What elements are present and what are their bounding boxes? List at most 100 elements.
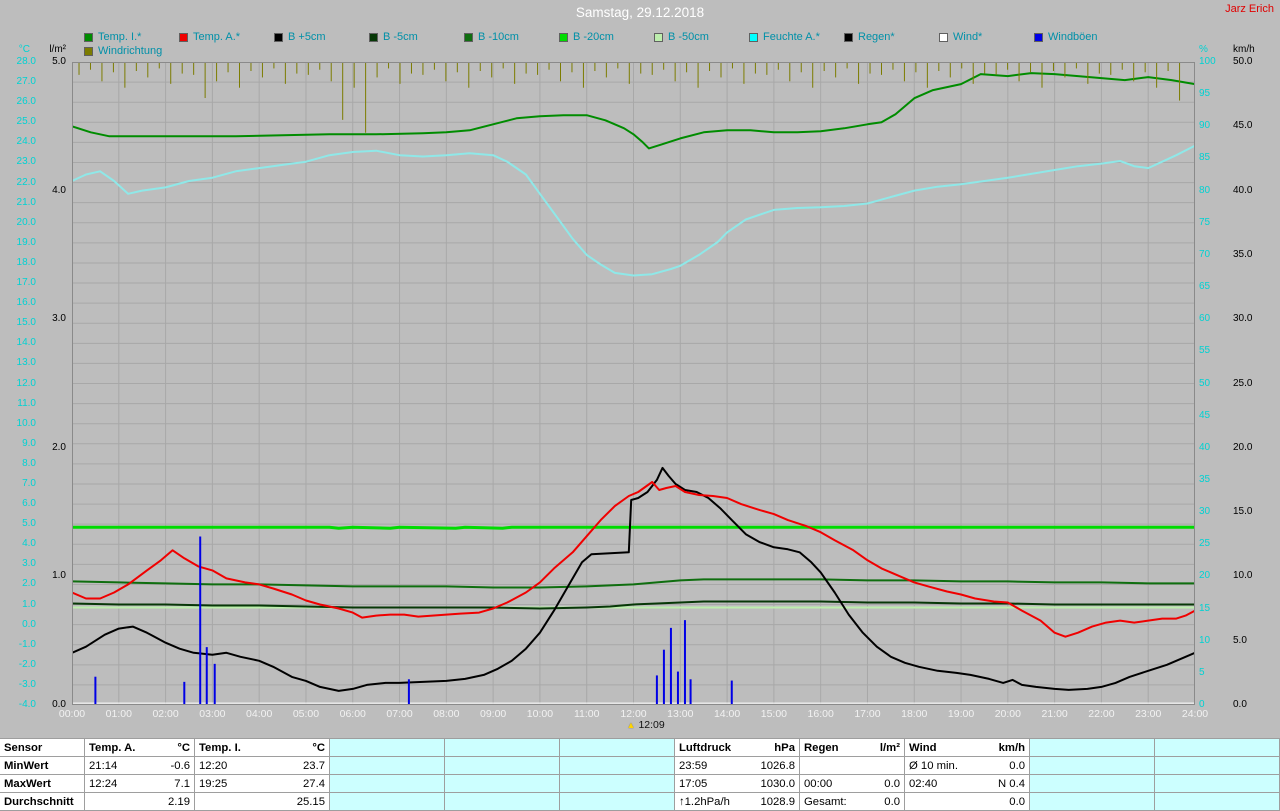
y-tick-humidity: 15 bbox=[1199, 603, 1210, 615]
stats-cell bbox=[445, 739, 560, 757]
legend-item-b_minus50: B -50cm bbox=[654, 31, 749, 43]
current-time-marker: ▲ 12:09 bbox=[627, 719, 665, 731]
stats-cell: 19:2527.4 bbox=[195, 775, 330, 793]
b_minus10-swatch-icon bbox=[464, 33, 473, 42]
y-tick-rain: 3.0 bbox=[40, 313, 66, 325]
y-tick-humidity: 5 bbox=[1199, 667, 1205, 679]
y-tick-temp: 27.0 bbox=[0, 76, 36, 88]
feuchte-swatch-icon bbox=[749, 33, 758, 42]
y-tick-temp: 21.0 bbox=[0, 197, 36, 209]
y-tick-temp: 19.0 bbox=[0, 237, 36, 249]
stats-cell: 17:051030.0 bbox=[675, 775, 800, 793]
stats-cell-value: -0.6 bbox=[171, 760, 190, 772]
stats-cell: 0.0 bbox=[905, 793, 1030, 811]
stats-cell-value: hPa bbox=[774, 742, 795, 754]
y-tick-humidity: 70 bbox=[1199, 249, 1210, 261]
y-tick-temp: 12.0 bbox=[0, 378, 36, 390]
stats-cell bbox=[560, 775, 675, 793]
y-tick-temp: 28.0 bbox=[0, 56, 36, 68]
b_plus5-swatch-icon bbox=[274, 33, 283, 42]
x-tick-time: 21:00 bbox=[1031, 708, 1079, 720]
stats-cell: MinWert bbox=[0, 757, 85, 775]
legend-item-windboeen: Windböen bbox=[1034, 31, 1129, 43]
y-unit-temp: °C bbox=[0, 44, 30, 56]
stats-cell-label: Durchschnitt bbox=[4, 796, 74, 808]
stats-cell-label: Regen bbox=[804, 742, 839, 754]
y-tick-temp: 13.0 bbox=[0, 357, 36, 369]
y-tick-wind: 25.0 bbox=[1233, 378, 1252, 390]
stats-cell: Wind km/h bbox=[905, 739, 1030, 757]
stats-cell: 12:2023.7 bbox=[195, 757, 330, 775]
stats-cell-label: 12:24 bbox=[89, 778, 117, 790]
legend-item-temp_i: Temp. I.* bbox=[84, 31, 179, 43]
stats-cell-value: 0.0 bbox=[884, 778, 900, 790]
temp_i-swatch-icon bbox=[84, 33, 93, 42]
stats-cell-label: Luftdruck bbox=[679, 742, 731, 754]
y-tick-temp: 26.0 bbox=[0, 96, 36, 108]
windrichtung-swatch-icon bbox=[84, 47, 93, 56]
stats-cell-label: Temp. A. bbox=[89, 742, 135, 754]
y-tick-wind: 20.0 bbox=[1233, 442, 1252, 454]
legend-label: Wind* bbox=[953, 31, 982, 43]
stats-table: SensorTemp. A.°CTemp. I.°CLuftdruckhPaRe… bbox=[0, 738, 1280, 811]
y-tick-temp: 15.0 bbox=[0, 317, 36, 329]
legend-item-b_minus10: B -10cm bbox=[464, 31, 559, 43]
y-tick-temp: 6.0 bbox=[0, 498, 36, 510]
y-tick-temp: 9.0 bbox=[0, 438, 36, 450]
legend-label: B -5cm bbox=[383, 31, 418, 43]
stats-cell bbox=[330, 739, 445, 757]
stats-cell-value: 7.1 bbox=[174, 778, 190, 790]
stats-cell bbox=[560, 757, 675, 775]
y-tick-temp: 20.0 bbox=[0, 217, 36, 229]
stats-cell: 2.19 bbox=[85, 793, 195, 811]
x-tick-time: 24:00 bbox=[1171, 708, 1219, 720]
stats-cell-value: 0.0 bbox=[1009, 796, 1025, 808]
y-tick-humidity: 45 bbox=[1199, 410, 1210, 422]
x-tick-time: 04:00 bbox=[235, 708, 283, 720]
stats-cell-label: Ø 10 min. bbox=[909, 760, 958, 772]
stats-cell: ↑1.2hPa/h1028.9 bbox=[675, 793, 800, 811]
y-tick-humidity: 25 bbox=[1199, 538, 1210, 550]
y-tick-humidity: 100 bbox=[1199, 56, 1216, 68]
legend-row-1: Temp. I.*Temp. A.*B +5cmB -5cmB -10cmB -… bbox=[84, 31, 1129, 43]
stats-cell-value: 27.4 bbox=[303, 778, 325, 790]
x-tick-time: 17:00 bbox=[843, 708, 891, 720]
stats-cell-value: 1026.8 bbox=[760, 760, 795, 772]
x-tick-time: 16:00 bbox=[797, 708, 845, 720]
y-tick-wind: 40.0 bbox=[1233, 185, 1252, 197]
y-tick-temp: 24.0 bbox=[0, 136, 36, 148]
y-tick-temp: 10.0 bbox=[0, 418, 36, 430]
stats-cell-value: °C bbox=[177, 742, 190, 754]
x-tick-time: 18:00 bbox=[890, 708, 938, 720]
plot-area bbox=[72, 62, 1195, 705]
stats-cell-label: Wind bbox=[909, 742, 937, 754]
watermark-author: Jarz Erich bbox=[1225, 3, 1274, 15]
marker-arrow-icon: ▲ bbox=[627, 720, 636, 730]
stats-cell-value: 2.19 bbox=[168, 796, 190, 808]
x-tick-time: 13:00 bbox=[656, 708, 704, 720]
legend-item-regen: Regen* bbox=[844, 31, 939, 43]
x-tick-time: 14:00 bbox=[703, 708, 751, 720]
stats-cell-label: 00:00 bbox=[804, 778, 832, 790]
stats-cell bbox=[800, 757, 905, 775]
stats-cell bbox=[1030, 739, 1155, 757]
x-tick-time: 10:00 bbox=[516, 708, 564, 720]
y-unit-rain: l/m² bbox=[36, 44, 66, 56]
y-tick-wind: 50.0 bbox=[1233, 56, 1252, 68]
y-tick-temp: 4.0 bbox=[0, 538, 36, 550]
stats-cell-value: 0.0 bbox=[1009, 760, 1025, 772]
y-tick-temp: 16.0 bbox=[0, 297, 36, 309]
stats-cell bbox=[560, 739, 675, 757]
stats-cell-value: km/h bbox=[999, 742, 1025, 754]
stats-cell: Durchschnitt bbox=[0, 793, 85, 811]
legend-item-wind: Wind* bbox=[939, 31, 1034, 43]
x-tick-time: 19:00 bbox=[937, 708, 985, 720]
stats-cell bbox=[560, 793, 675, 811]
stats-cell-label: 21:14 bbox=[89, 760, 117, 772]
x-tick-time: 02:00 bbox=[142, 708, 190, 720]
y-tick-wind: 30.0 bbox=[1233, 313, 1252, 325]
y-tick-wind: 15.0 bbox=[1233, 506, 1252, 518]
y-tick-temp: 23.0 bbox=[0, 156, 36, 168]
y-tick-humidity: 90 bbox=[1199, 120, 1210, 132]
legend-label: B -50cm bbox=[668, 31, 709, 43]
